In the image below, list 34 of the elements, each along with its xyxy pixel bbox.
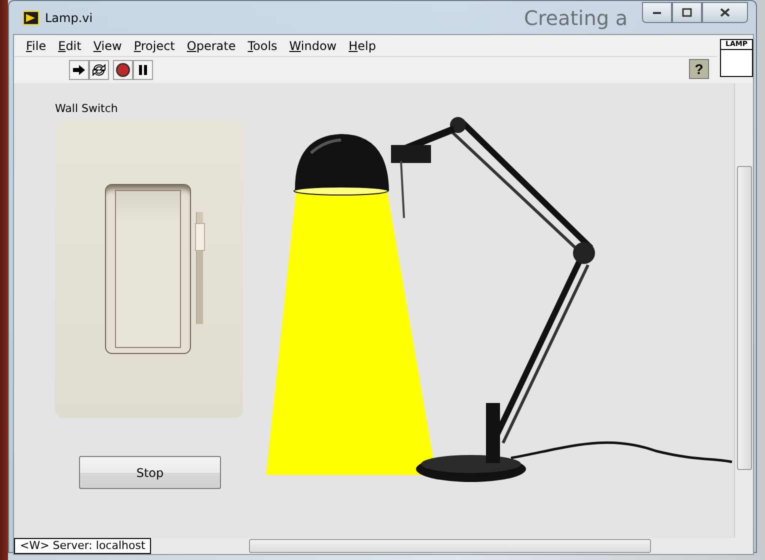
vertical-scrollbar[interactable] (734, 83, 753, 538)
slider-thumb[interactable] (195, 223, 205, 252)
scrollbar-thumb[interactable] (737, 166, 752, 470)
maximize-button[interactable] (672, 2, 702, 23)
menu-item[interactable]: Operate (180, 36, 242, 54)
maximize-icon (680, 7, 694, 18)
execution-target: <W> Server: localhost (14, 538, 152, 554)
menu-item[interactable]: Project (128, 36, 181, 54)
menu-item[interactable]: View (87, 36, 128, 54)
app-logo-icon (23, 10, 39, 24)
dimmer-slider[interactable] (196, 212, 203, 324)
rocker-switch[interactable] (105, 184, 191, 354)
help-button[interactable]: ? (689, 59, 709, 79)
stop-sign-icon (115, 62, 131, 78)
run-button[interactable] (69, 60, 89, 80)
menu-item[interactable]: Window (283, 36, 343, 54)
control-label: Wall Switch (55, 102, 119, 116)
pause-button[interactable] (133, 60, 153, 80)
run-continuously-button[interactable] (89, 60, 109, 80)
background-window-title: Creating a (524, 6, 628, 30)
stop-button[interactable]: Stop (79, 456, 221, 489)
minimize-button[interactable] (642, 2, 672, 23)
menu-item[interactable]: Tools (242, 36, 284, 54)
circular-arrows-icon (91, 62, 107, 78)
menu-item[interactable]: Help (342, 36, 382, 54)
close-button[interactable] (702, 2, 748, 23)
close-icon (718, 7, 732, 18)
menu-item[interactable]: File (20, 36, 52, 54)
minimize-icon (653, 12, 661, 14)
abort-button[interactable] (113, 60, 133, 80)
window-title: Lamp.vi (45, 10, 93, 24)
run-arrow-icon (71, 62, 87, 78)
menu-item[interactable]: Edit (52, 36, 88, 54)
scrollbar-thumb[interactable] (249, 539, 652, 553)
